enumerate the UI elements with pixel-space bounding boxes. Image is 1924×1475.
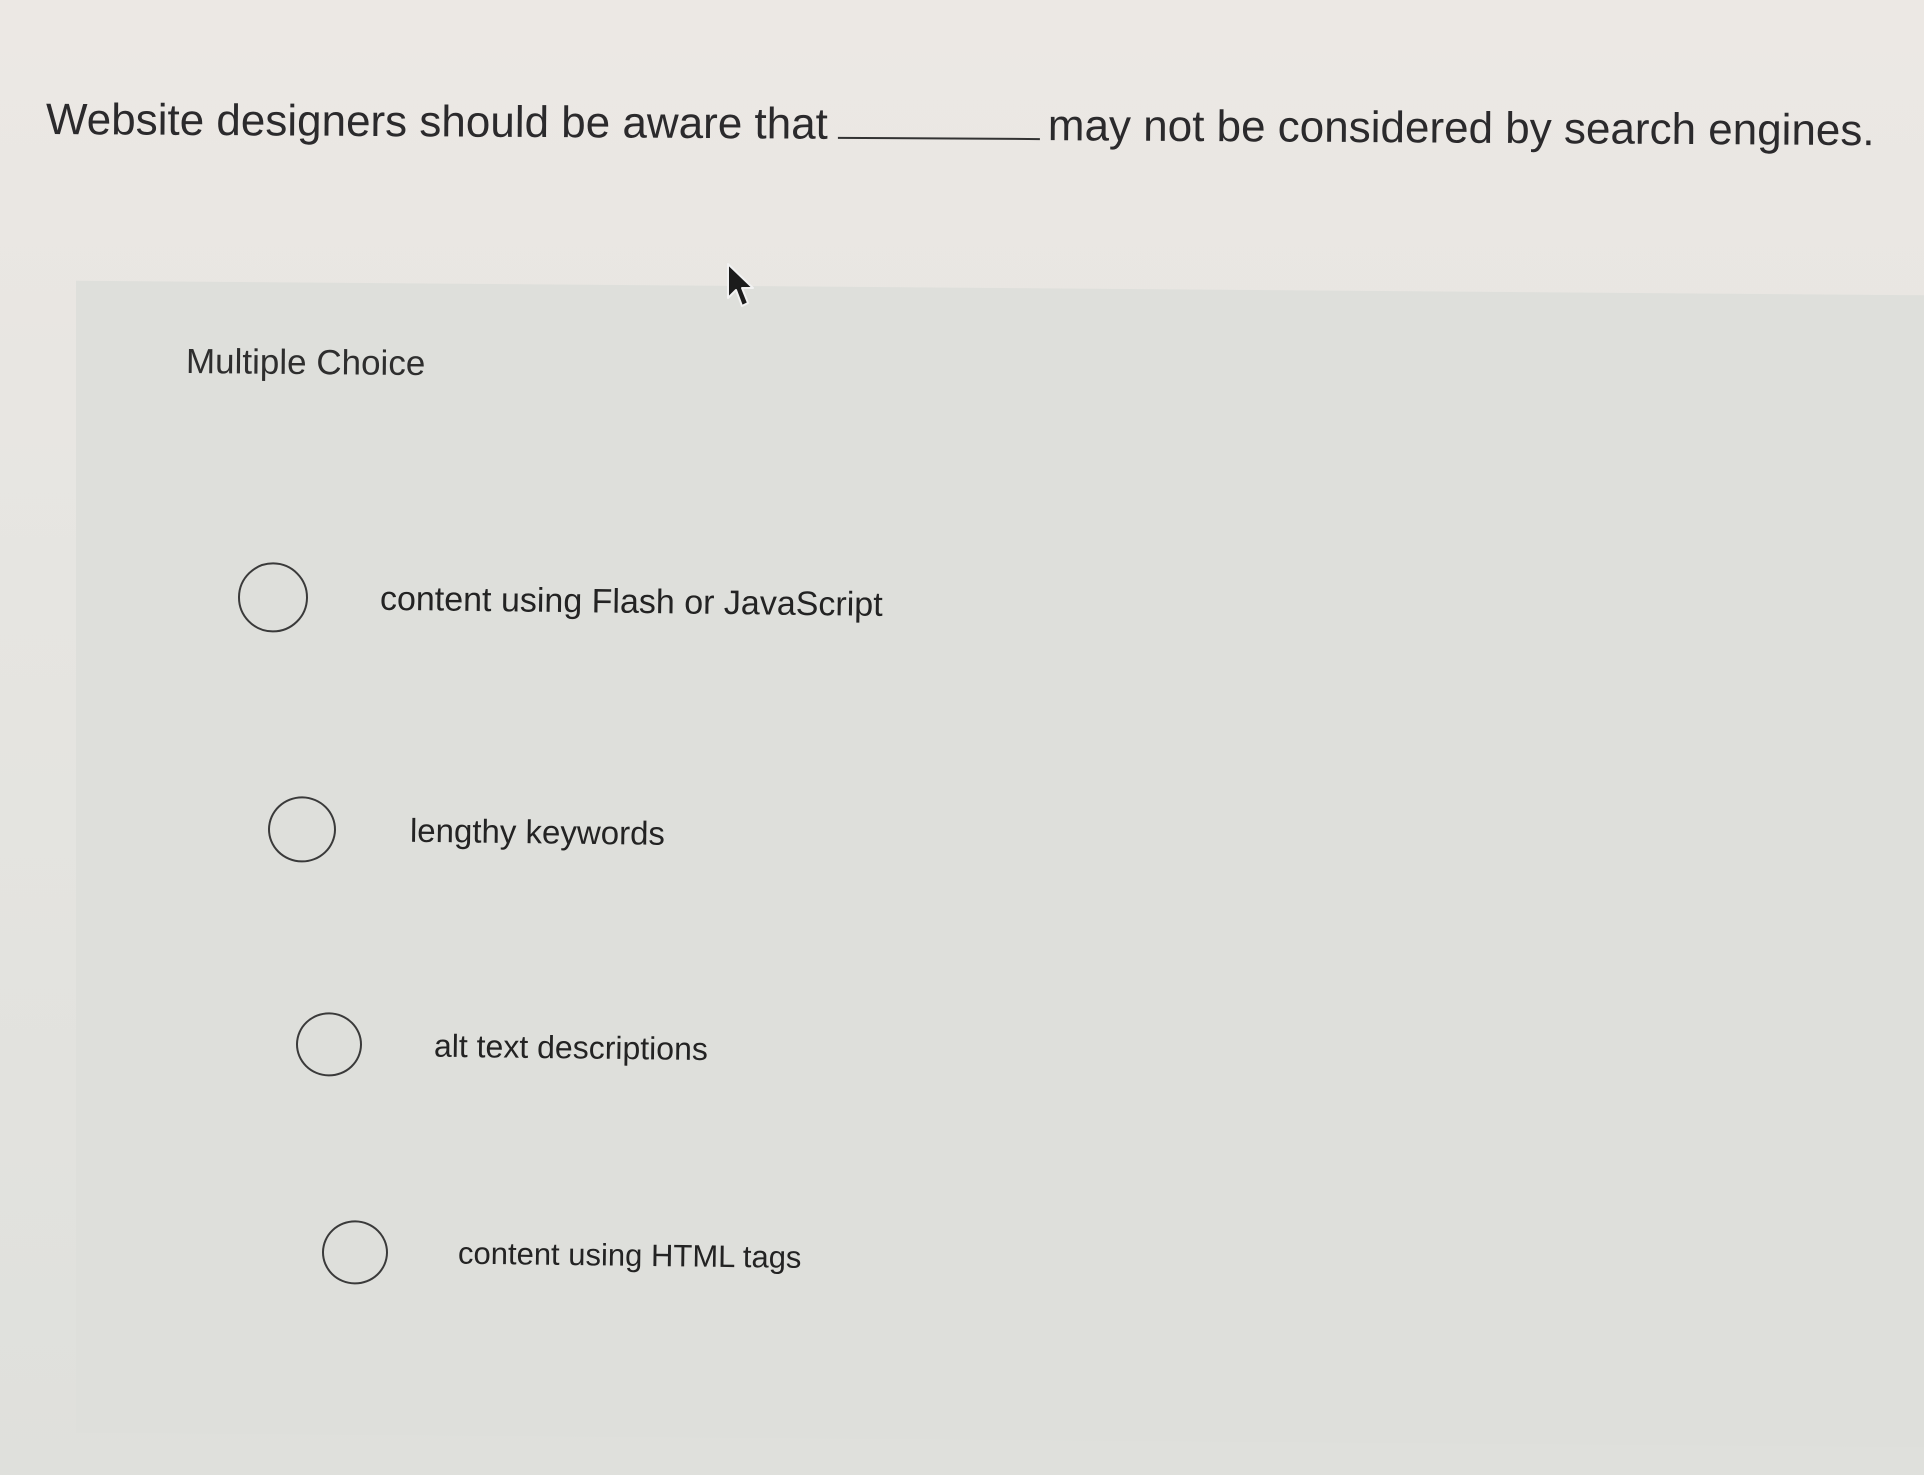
radio-button[interactable]	[295, 1012, 363, 1077]
radio-button[interactable]	[321, 1220, 389, 1285]
choice-option-3[interactable]: alt text descriptions	[295, 1012, 709, 1081]
question-text-after: may not be considered by search engines.	[1047, 101, 1875, 156]
question-text-before: Website designers should be aware that	[45, 95, 829, 149]
radio-button[interactable]	[267, 796, 337, 863]
choice-label: lengthy keywords	[409, 811, 666, 852]
mouse-pointer-icon	[727, 263, 754, 307]
choice-option-4[interactable]: content using HTML tags	[321, 1220, 802, 1290]
question-text: Website designers should be aware that ma…	[46, 88, 1896, 163]
radio-button[interactable]	[237, 562, 309, 633]
choice-label: content using Flash or JavaScript	[379, 579, 883, 624]
choice-label: alt text descriptions	[433, 1027, 709, 1067]
choice-option-1[interactable]: content using Flash or JavaScript	[237, 562, 884, 640]
choice-label: content using HTML tags	[457, 1235, 802, 1275]
choice-option-2[interactable]: lengthy keywords	[267, 796, 666, 867]
question-type-label: Multiple Choice	[185, 342, 426, 384]
answer-blank	[837, 96, 1041, 141]
